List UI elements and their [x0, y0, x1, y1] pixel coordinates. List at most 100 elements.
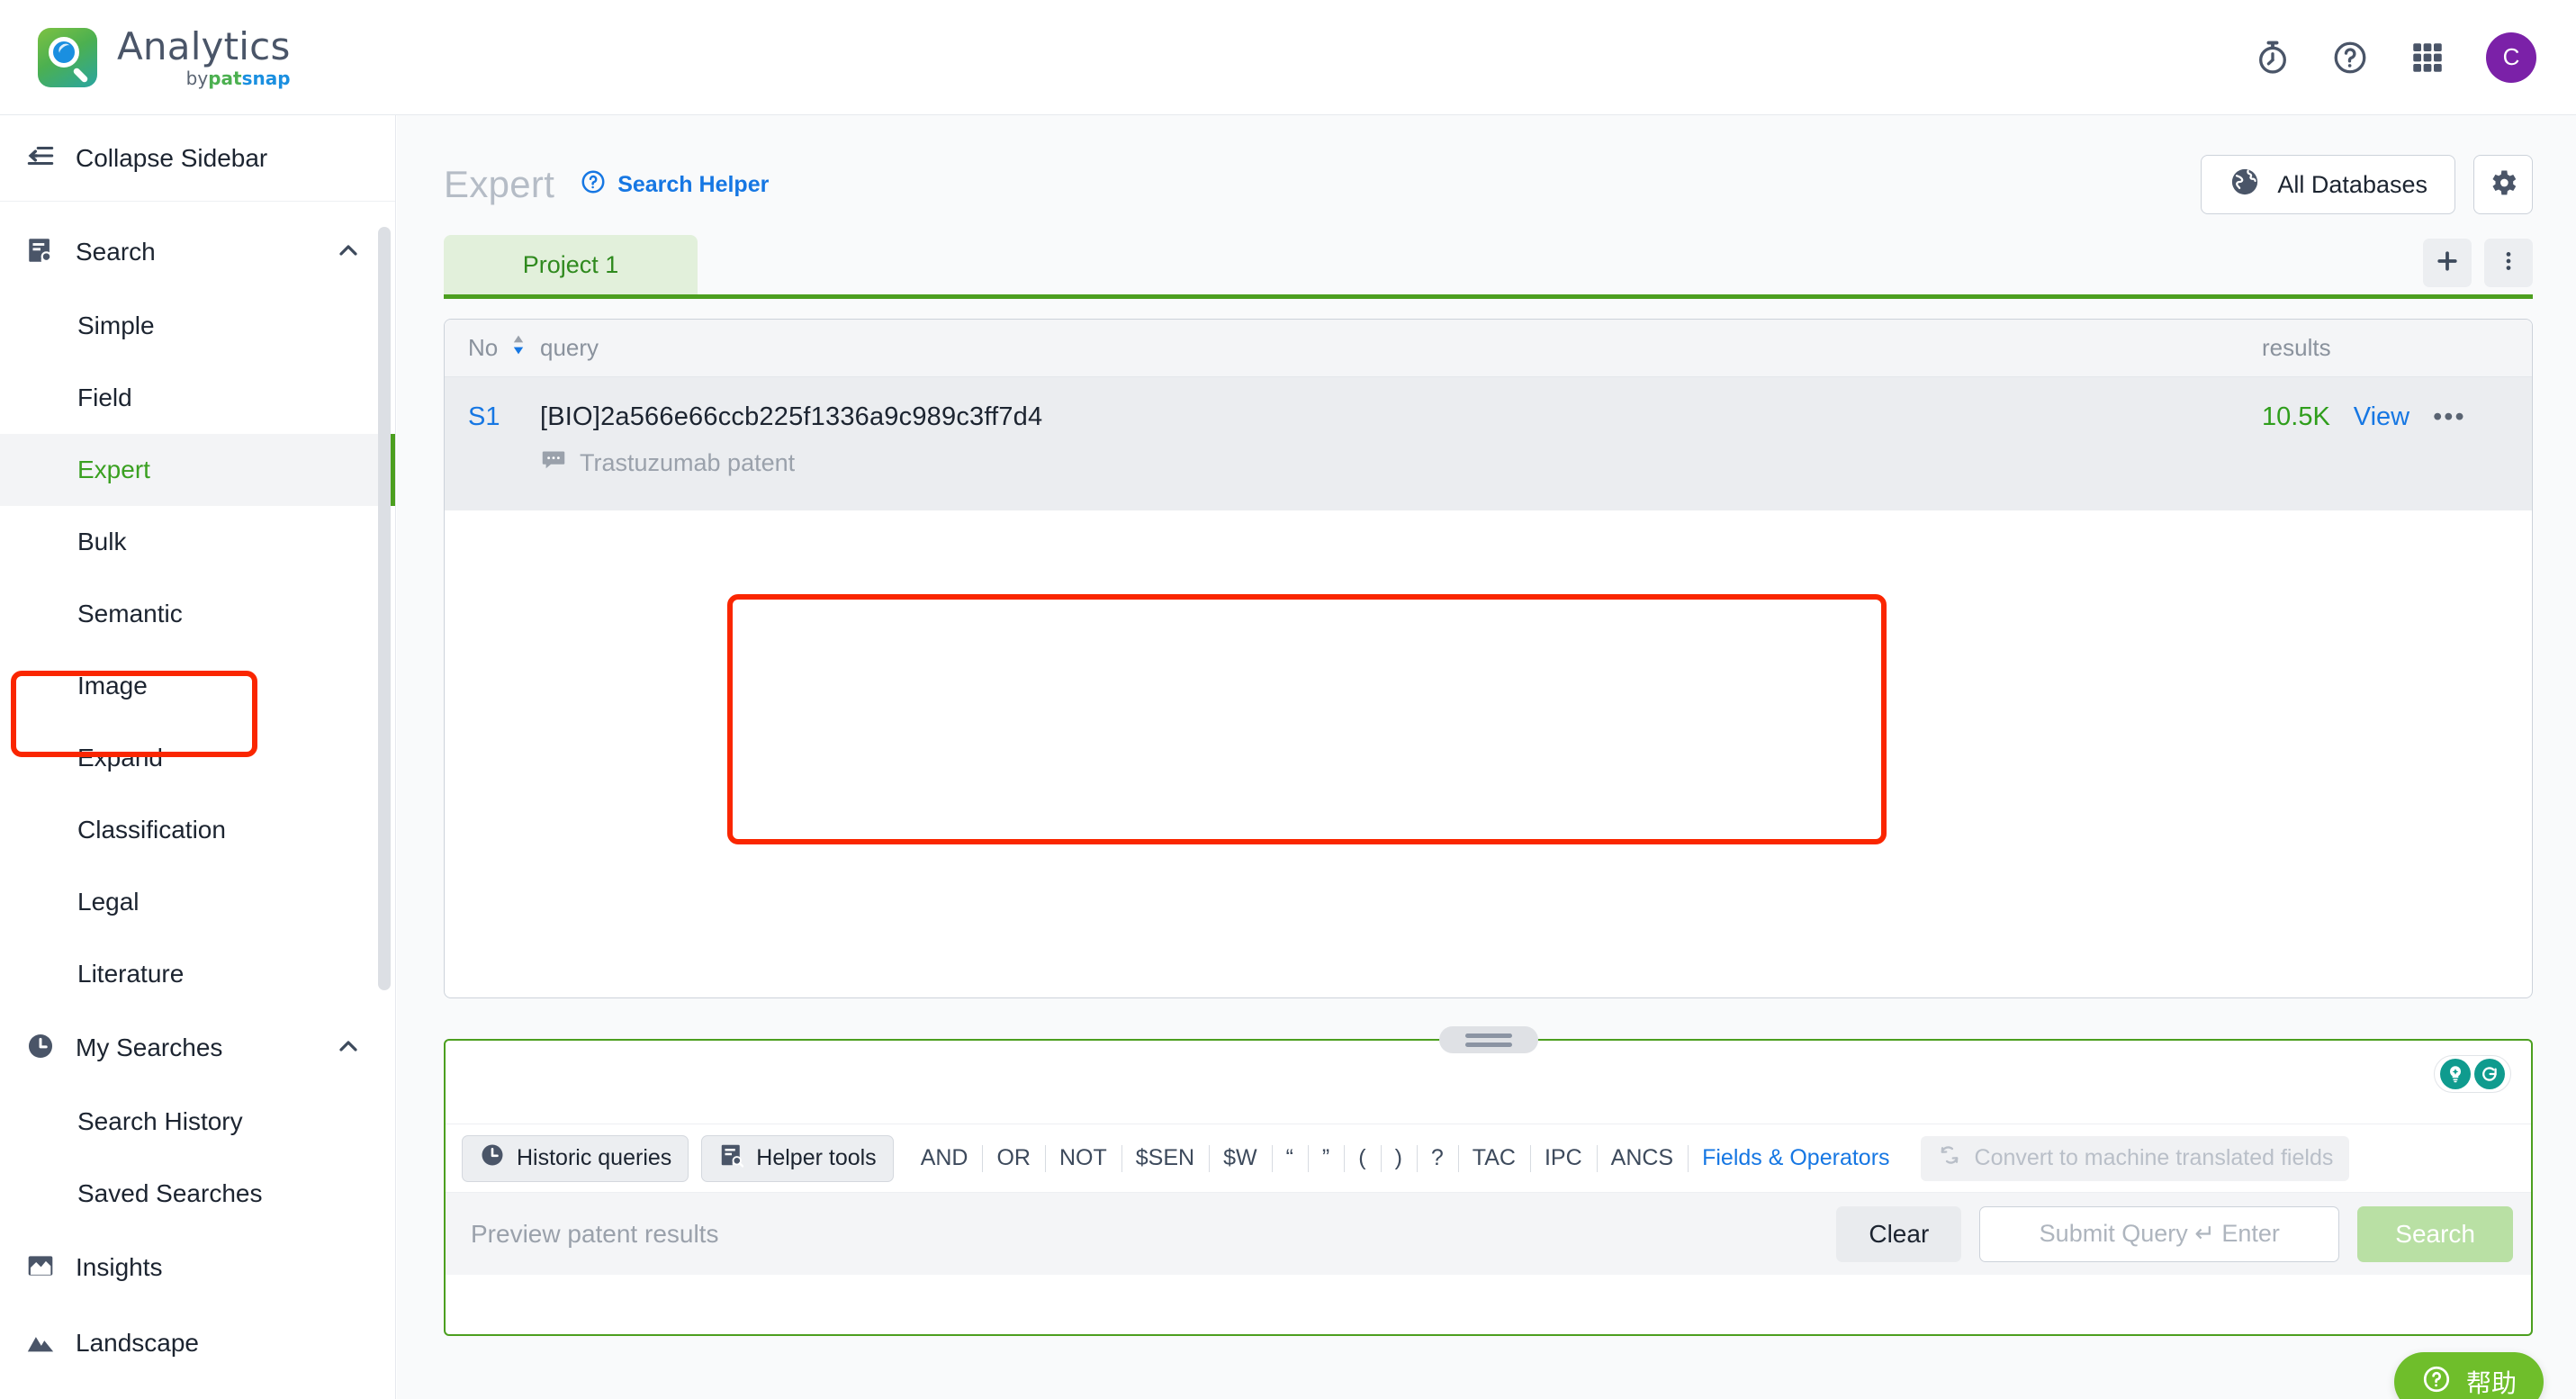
lightbulb-ai-icon[interactable] [2440, 1059, 2471, 1089]
column-header-no-label: No [468, 334, 499, 361]
submit-query-field[interactable]: Submit Query ↵ Enter [1979, 1205, 2340, 1262]
operator-sen[interactable]: $SEN [1121, 1147, 1209, 1169]
sidebar-item-legal[interactable]: Legal [0, 866, 395, 938]
settings-gear-button[interactable] [2473, 155, 2533, 214]
help-widget-label: 帮助 [2465, 1369, 2517, 1397]
operator-ancs[interactable]: ANCS [1597, 1147, 1688, 1169]
operator-question[interactable]: ? [1417, 1147, 1458, 1169]
question-circle-icon [2421, 1364, 2452, 1399]
gear-icon [2487, 167, 2519, 203]
sidebar-scrollbar[interactable] [378, 227, 391, 990]
row-results-count: 10.5K [2262, 402, 2330, 431]
sidebar-item-label: Bulk [77, 528, 127, 555]
sidebar-nav: Search Simple Field Expert Bulk Semantic… [0, 202, 395, 1381]
sidebar-item-literature[interactable]: Literature [0, 938, 395, 1010]
editor-toolbar: Historic queries Helper tools AND OR NOT… [446, 1124, 2531, 1192]
operator-or[interactable]: OR [982, 1147, 1045, 1169]
fields-and-operators-link[interactable]: Fields & Operators [1688, 1147, 1904, 1169]
apps-grid-icon[interactable] [2409, 39, 2446, 77]
collapse-sidebar-button[interactable]: Collapse Sidebar [0, 115, 395, 202]
row-no-link[interactable]: S1 [445, 402, 540, 480]
vertical-dots-icon [2497, 249, 2520, 277]
search-button[interactable]: Search [2357, 1205, 2513, 1262]
convert-machine-translated-button[interactable]: Convert to machine translated fields [1920, 1135, 2350, 1181]
sidebar-item-classification[interactable]: Classification [0, 794, 395, 866]
sidebar-item-label: Literature [77, 960, 185, 988]
historic-queries-label: Historic queries [517, 1145, 672, 1170]
all-databases-button[interactable]: All Databases [2201, 155, 2455, 214]
sidebar-group-search[interactable]: Search [0, 214, 395, 290]
search-helper-link[interactable]: Search Helper [580, 168, 769, 202]
sidebar-item-landscape[interactable]: Landscape [0, 1305, 395, 1381]
sidebar-item-label: Semantic [77, 600, 183, 627]
patsnap-logo-icon [38, 27, 97, 87]
clock-icon [25, 1031, 56, 1066]
brand-logo-group[interactable]: Analytics bypatsnap [38, 23, 291, 89]
sidebar-item-landscape-label: Landscape [76, 1329, 200, 1357]
brand-pat: pat [208, 67, 242, 89]
sidebar-item-label: Expand [77, 744, 163, 772]
tab-label: Project 1 [522, 250, 619, 278]
brand-snap: snap [241, 67, 291, 89]
sidebar-item-insights[interactable]: Insights [0, 1230, 395, 1305]
sidebar-item-expand[interactable]: Expand [0, 722, 395, 794]
historic-queries-button[interactable]: Historic queries [462, 1134, 689, 1182]
sidebar-item-field[interactable]: Field [0, 362, 395, 434]
row-more-menu[interactable]: ••• [2433, 402, 2465, 432]
helper-tools-label: Helper tools [756, 1145, 877, 1170]
row-query-text: [BIO]2a566e66ccb225f1336a9c989c3ff7d4 [540, 402, 1043, 431]
sidebar-item-label: Legal [77, 888, 140, 916]
convert-refresh-icon [1937, 1142, 1962, 1174]
operator-paren-close[interactable]: ) [1381, 1147, 1417, 1169]
helper-tools-button[interactable]: Helper tools [701, 1134, 894, 1182]
avatar[interactable]: C [2486, 32, 2536, 83]
sidebar-item-simple[interactable]: Simple [0, 290, 395, 362]
row-view-link[interactable]: View [2354, 402, 2409, 432]
sidebar-item-label: Saved Searches [77, 1179, 263, 1207]
query-editor: Historic queries Helper tools AND OR NOT… [444, 1026, 2533, 1336]
page-header: Expert Search Helper All Databases [397, 115, 2576, 214]
sidebar-item-label: Expert [77, 456, 150, 483]
sidebar-item-semantic[interactable]: Semantic [0, 578, 395, 650]
sidebar-item-insights-label: Insights [76, 1253, 163, 1281]
grammar-refresh-icon[interactable] [2474, 1059, 2505, 1089]
operator-paren-open[interactable]: ( [1344, 1147, 1380, 1169]
operator-not[interactable]: NOT [1045, 1147, 1121, 1169]
search-helper-label: Search Helper [617, 171, 770, 197]
tab-project-1[interactable]: Project 1 [444, 235, 698, 294]
sort-icon[interactable] [509, 333, 528, 363]
sidebar-item-image[interactable]: Image [0, 650, 395, 722]
app-header: Analytics bypatsnap C [0, 0, 2576, 115]
operator-ipc[interactable]: IPC [1530, 1147, 1597, 1169]
operator-tac[interactable]: TAC [1458, 1147, 1530, 1169]
all-databases-label: All Databases [2277, 170, 2427, 198]
ai-assistant-group [2434, 1055, 2511, 1093]
operator-and[interactable]: AND [906, 1147, 983, 1169]
row-query-note: Trastuzumab patent [540, 447, 2262, 480]
tab-more-menu-button[interactable] [2484, 239, 2533, 287]
convert-label: Convert to machine translated fields [1974, 1145, 2334, 1170]
sidebar-item-expert[interactable]: Expert [0, 434, 395, 506]
header-actions: C [2254, 32, 2536, 83]
column-header-no[interactable]: No [445, 333, 540, 363]
sidebar-item-search-history[interactable]: Search History [0, 1086, 395, 1158]
sidebar-group-my-searches[interactable]: My Searches [0, 1010, 395, 1086]
add-tab-button[interactable] [2423, 239, 2472, 287]
plus-icon [2434, 248, 2461, 279]
editor-footer: Preview patent results Clear Submit Quer… [446, 1192, 2531, 1275]
stopwatch-icon[interactable] [2254, 39, 2292, 77]
operator-quote-open[interactable]: “ [1272, 1147, 1308, 1169]
query-history-table: No query results S1 [BIO]2a566e66ccb225f… [444, 319, 2533, 998]
sidebar-item-bulk[interactable]: Bulk [0, 506, 395, 578]
sidebar-item-label: Classification [77, 816, 226, 844]
operator-w[interactable]: $W [1209, 1147, 1272, 1169]
table-row[interactable]: S1 [BIO]2a566e66ccb225f1336a9c989c3ff7d4… [445, 377, 2532, 510]
sidebar-item-saved-searches[interactable]: Saved Searches [0, 1158, 395, 1230]
brand-title: Analytics [117, 23, 291, 68]
sidebar-group-my-searches-label: My Searches [76, 1033, 223, 1061]
operator-quote-close[interactable]: ” [1308, 1147, 1344, 1169]
clear-button[interactable]: Clear [1836, 1205, 1962, 1262]
help-circle-icon[interactable] [2331, 39, 2369, 77]
editor-resize-handle[interactable] [1438, 1026, 1538, 1053]
help-widget-button[interactable]: 帮助 [2393, 1352, 2544, 1399]
